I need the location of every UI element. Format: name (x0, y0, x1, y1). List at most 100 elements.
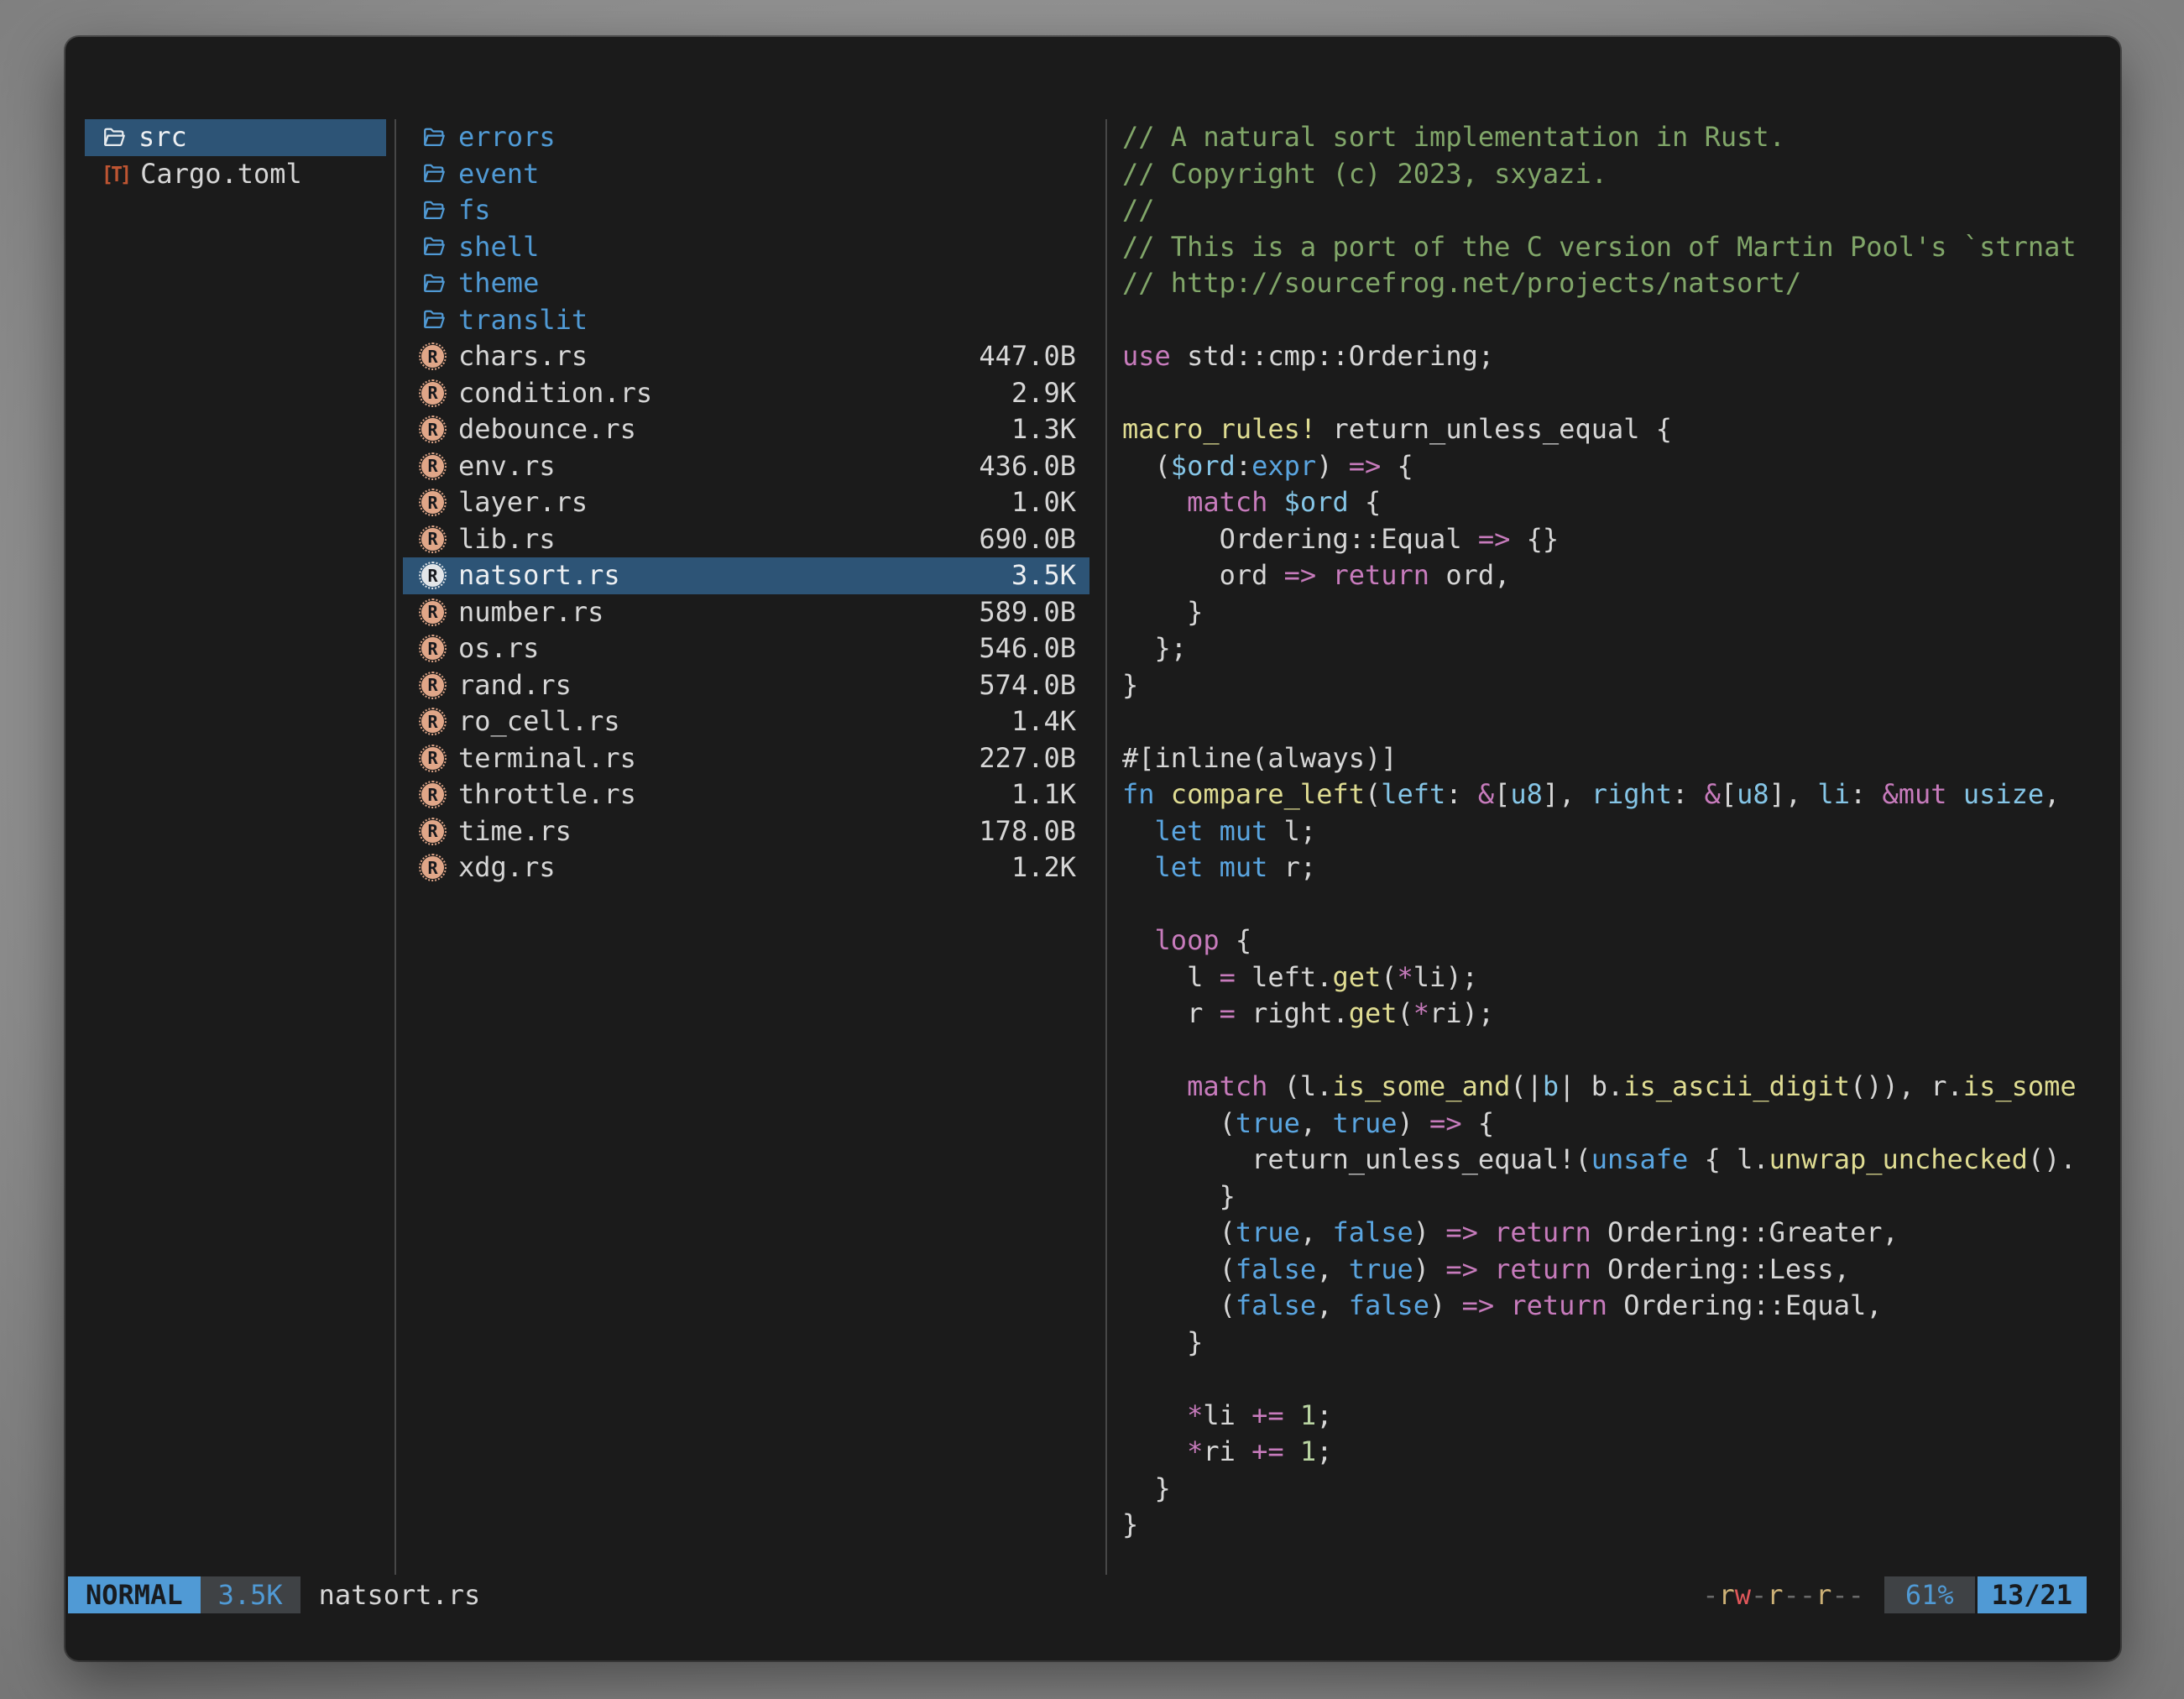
code-line (1122, 886, 2115, 923)
entry-name: theme (458, 265, 539, 302)
code-line: l = left.get(*li); (1122, 959, 2115, 996)
file-permissions: -rw-r--r-- (1702, 1576, 1864, 1613)
code-line (1122, 1032, 2115, 1069)
file-row[interactable]: Rxdg.rs1.2K (403, 850, 1089, 886)
pane-separator-right (1105, 119, 1107, 1575)
file-row[interactable]: Rro_cell.rs1.4K (403, 703, 1089, 740)
rust-file-icon: R (421, 747, 450, 770)
scroll-percent-badge: 61% (1884, 1576, 1975, 1613)
folder-row[interactable]: translit (403, 302, 1089, 339)
entry-size: 2.9K (1011, 375, 1076, 412)
rust-file-icon: R (421, 637, 450, 660)
file-row[interactable]: Rtime.rs178.0B (403, 813, 1089, 850)
code-line: // Copyright (c) 2023, sxyazi. (1122, 156, 2115, 193)
entry-size: 1.0K (1011, 484, 1076, 521)
status-filename: natsort.rs (319, 1576, 481, 1613)
file-row[interactable]: Rthrottle.rs 1.1K (403, 776, 1089, 813)
file-row[interactable]: Rrand.rs574.0B (403, 667, 1089, 704)
entry-name: translit (458, 302, 588, 339)
entry-size: 589.0B (979, 594, 1076, 631)
folder-row[interactable]: theme (403, 265, 1089, 302)
entry-name: layer.rs (458, 484, 588, 521)
entry-name: chars.rs (458, 338, 588, 375)
current-pane: errorseventfsshellthemetranslitRchars.rs… (403, 119, 1089, 886)
folder-icon (421, 198, 450, 223)
file-row[interactable]: [T]Cargo.toml (85, 156, 386, 193)
entry-name: time.rs (458, 813, 572, 850)
code-line: // (1122, 192, 2115, 229)
code-line: match $ord { (1122, 484, 2115, 521)
code-line: *li += 1; (1122, 1398, 2115, 1435)
rust-file-icon: R (421, 491, 450, 514)
code-line: loop { (1122, 923, 2115, 959)
folder-row[interactable]: fs (403, 192, 1089, 229)
code-line: } (1122, 1179, 2115, 1215)
entry-size: 546.0B (979, 630, 1076, 667)
rust-file-icon: R (421, 345, 450, 368)
folder-icon (421, 125, 450, 150)
rust-file-icon: R (421, 382, 450, 405)
file-row[interactable]: Rnatsort.rs3.5K (403, 557, 1089, 594)
pane-separator-left (394, 119, 396, 1575)
folder-row[interactable]: shell (403, 229, 1089, 266)
code-line: fn compare_left(left: &[u8], right: &[u8… (1122, 776, 2115, 813)
file-row[interactable]: Rdebounce.rs1.3K (403, 411, 1089, 448)
entry-name: lib.rs (458, 521, 556, 558)
code-line: match (l.is_some_and(|b| b.is_ascii_digi… (1122, 1069, 2115, 1106)
entry-size: 574.0B (979, 667, 1076, 704)
entry-size: 436.0B (979, 448, 1076, 485)
code-line (1122, 1361, 2115, 1398)
code-line: Ordering::Equal => {} (1122, 521, 2115, 558)
status-bar: NORMAL 3.5K natsort.rs -rw-r--r-- 61% 13… (68, 1576, 2087, 1613)
code-line (1122, 703, 2115, 740)
rust-file-icon: R (421, 564, 450, 587)
code-line: } (1122, 667, 2115, 704)
code-line: ord => return ord, (1122, 557, 2115, 594)
file-row[interactable]: Rlayer.rs 1.0K (403, 484, 1089, 521)
entry-name: number.rs (458, 594, 603, 631)
yazi-window: src[T]Cargo.toml errorseventfsshelltheme… (65, 37, 2120, 1660)
preview-pane: // A natural sort implementation in Rust… (1122, 119, 2115, 1544)
entry-size: 3.5K (1011, 557, 1076, 594)
entry-name: Cargo.toml (140, 156, 302, 193)
code-line: }; (1122, 630, 2115, 667)
folder-row[interactable]: src (85, 119, 386, 156)
folder-icon (102, 125, 130, 150)
entry-name: event (458, 156, 539, 193)
code-line: // http://sourcefrog.net/projects/natsor… (1122, 265, 2115, 302)
code-line: macro_rules! return_unless_equal { (1122, 411, 2115, 448)
entry-name: throttle.rs (458, 776, 636, 813)
entry-name: env.rs (458, 448, 556, 485)
code-line: #[inline(always)] (1122, 740, 2115, 777)
file-row[interactable]: Rchars.rs 447.0B (403, 338, 1089, 375)
rust-file-icon: R (421, 783, 450, 806)
code-line: (false, false) => return Ordering::Equal… (1122, 1288, 2115, 1325)
cursor-position-badge: 13/21 (1978, 1576, 2087, 1613)
file-row[interactable]: Rlib.rs690.0B (403, 521, 1089, 558)
folder-row[interactable]: event (403, 156, 1089, 193)
rust-file-icon: R (421, 710, 450, 733)
entry-size: 1.1K (1011, 776, 1076, 813)
entry-name: shell (458, 229, 539, 266)
code-line: ($ord:expr) => { (1122, 448, 2115, 485)
file-row[interactable]: Renv.rs436.0B (403, 448, 1089, 485)
file-row[interactable]: Rterminal.rs227.0B (403, 740, 1089, 777)
rust-file-icon: R (421, 418, 450, 441)
entry-size: 447.0B (979, 338, 1076, 375)
rust-file-icon: R (421, 820, 450, 843)
code-line: *ri += 1; (1122, 1434, 2115, 1471)
folder-icon (421, 271, 450, 296)
file-row[interactable]: Ros.rs546.0B (403, 630, 1089, 667)
file-row[interactable]: Rcondition.rs2.9K (403, 375, 1089, 412)
folder-icon (421, 161, 450, 186)
file-row[interactable]: Rnumber.rs589.0B (403, 594, 1089, 631)
code-line: let mut l; (1122, 813, 2115, 850)
parent-pane: src[T]Cargo.toml (85, 119, 386, 192)
entry-name: src (138, 119, 187, 156)
entry-name: debounce.rs (458, 411, 636, 448)
entry-name: errors (458, 119, 556, 156)
folder-row[interactable]: errors (403, 119, 1089, 156)
desktop-background: src[T]Cargo.toml errorseventfsshelltheme… (0, 0, 2184, 1699)
code-line: } (1122, 594, 2115, 631)
code-line: let mut r; (1122, 850, 2115, 886)
